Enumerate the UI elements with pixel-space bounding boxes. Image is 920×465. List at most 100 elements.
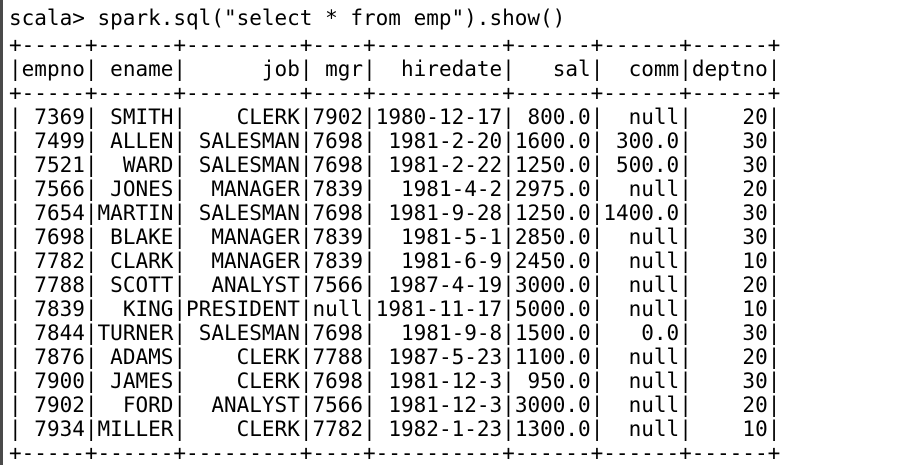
cell-mgr: null [312,297,364,321]
cell-empno: 7876 [21,345,85,369]
cell-comm: null [603,273,680,297]
cell-comm: null [603,345,680,369]
cell-job: SALESMAN [186,201,300,225]
cell-mgr: 7698 [312,369,364,393]
cell-mgr: 7839 [312,177,364,201]
cell-ename: BLAKE [97,225,174,249]
cell-job: MANAGER [186,225,300,249]
cell-sal: 1600.0 [514,129,591,153]
table-row: | 7876| ADAMS| CLERK|7788| 1987-5-23|110… [9,345,781,369]
cell-job: CLERK [186,105,300,129]
cell-empno: 7566 [21,177,85,201]
cell-mgr: 7839 [312,249,364,273]
cell-ename: TURNER [97,321,174,345]
cell-comm: 300.0 [603,129,680,153]
table-row: | 7566| JONES| MANAGER|7839| 1981-4-2|29… [9,177,781,201]
cell-ename: FORD [97,393,174,417]
column-header-deptno: deptno [691,57,768,81]
table-border-top: +-----+------+---------+----+----------+… [9,33,781,57]
table-row: | 7654|MARTIN| SALESMAN|7698| 1981-9-28|… [9,201,781,225]
cell-empno: 7900 [21,369,85,393]
table-row: | 7499| ALLEN| SALESMAN|7698| 1981-2-20|… [9,129,781,153]
cell-job: SALESMAN [186,129,300,153]
cell-deptno: 20 [691,105,768,129]
cell-ename: JONES [97,177,174,201]
cell-job: MANAGER [186,249,300,273]
cell-empno: 7839 [21,297,85,321]
table-row: | 7369| SMITH| CLERK|7902|1980-12-17| 80… [9,105,781,129]
column-header-empno: empno [21,57,85,81]
cell-hiredate: 1981-2-22 [375,153,503,177]
table-border-bottom: +-----+------+---------+----+----------+… [9,441,781,465]
column-header-comm: comm [603,57,680,81]
cell-sal: 950.0 [514,369,591,393]
cell-sal: 2450.0 [514,249,591,273]
cell-sal: 2850.0 [514,225,591,249]
cell-hiredate: 1981-9-28 [375,201,503,225]
table-row: | 7698| BLAKE| MANAGER|7839| 1981-5-1|28… [9,225,781,249]
cell-sal: 3000.0 [514,273,591,297]
cell-sal: 5000.0 [514,297,591,321]
cell-sal: 1300.0 [514,417,591,441]
terminal-window[interactable]: scala> spark.sql("select * from emp").sh… [0,0,920,465]
cell-job: SALESMAN [186,153,300,177]
cell-sal: 1250.0 [514,153,591,177]
table-border-header: +-----+------+---------+----+----------+… [9,81,781,105]
cell-hiredate: 1987-5-23 [375,345,503,369]
cell-comm: 0.0 [603,321,680,345]
cell-hiredate: 1981-12-3 [375,393,503,417]
cell-mgr: 7839 [312,225,364,249]
cell-hiredate: 1981-6-9 [375,249,503,273]
cell-sal: 1100.0 [514,345,591,369]
column-header-ename: ename [97,57,174,81]
cell-deptno: 20 [691,345,768,369]
column-header-job: job [186,57,300,81]
cell-job: ANALYST [186,393,300,417]
cell-deptno: 10 [691,249,768,273]
cell-hiredate: 1981-9-8 [375,321,503,345]
cell-empno: 7934 [21,417,85,441]
cell-hiredate: 1987-4-19 [375,273,503,297]
cell-empno: 7521 [21,153,85,177]
cell-hiredate: 1980-12-17 [375,105,503,129]
cell-ename: KING [97,297,174,321]
cell-hiredate: 1982-1-23 [375,417,503,441]
cell-comm: null [603,393,680,417]
cell-empno: 7788 [21,273,85,297]
cell-ename: JAMES [97,369,174,393]
cell-deptno: 20 [691,273,768,297]
cell-mgr: 7566 [312,393,364,417]
cell-comm: 1400.0 [603,201,680,225]
cell-deptno: 30 [691,225,768,249]
cell-job: ANALYST [186,273,300,297]
table-row: | 7521| WARD| SALESMAN|7698| 1981-2-22|1… [9,153,781,177]
cell-deptno: 20 [691,393,768,417]
cell-job: SALESMAN [186,321,300,345]
cell-mgr: 7698 [312,153,364,177]
cell-mgr: 7698 [312,201,364,225]
cell-deptno: 10 [691,297,768,321]
cell-ename: MARTIN [97,201,174,225]
cell-empno: 7902 [21,393,85,417]
cell-comm: null [603,249,680,273]
cell-ename: SCOTT [97,273,174,297]
cell-mgr: 7788 [312,345,364,369]
column-header-hiredate: hiredate [375,57,503,81]
shell-prompt: scala> [9,6,85,30]
cell-comm: null [603,225,680,249]
cell-ename: MILLER [97,417,174,441]
table-row: | 7900| JAMES| CLERK|7698| 1981-12-3| 95… [9,369,781,393]
cell-job: CLERK [186,369,300,393]
cell-ename: CLARK [97,249,174,273]
cell-sal: 2975.0 [514,177,591,201]
cell-deptno: 30 [691,369,768,393]
cell-job: CLERK [186,345,300,369]
cell-empno: 7369 [21,105,85,129]
table-row: | 7902| FORD| ANALYST|7566| 1981-12-3|30… [9,393,781,417]
table-row: | 7782| CLARK| MANAGER|7839| 1981-6-9|24… [9,249,781,273]
cell-comm: null [603,177,680,201]
cell-empno: 7654 [21,201,85,225]
cell-mgr: 7902 [312,105,364,129]
cell-empno: 7499 [21,129,85,153]
cell-deptno: 30 [691,201,768,225]
